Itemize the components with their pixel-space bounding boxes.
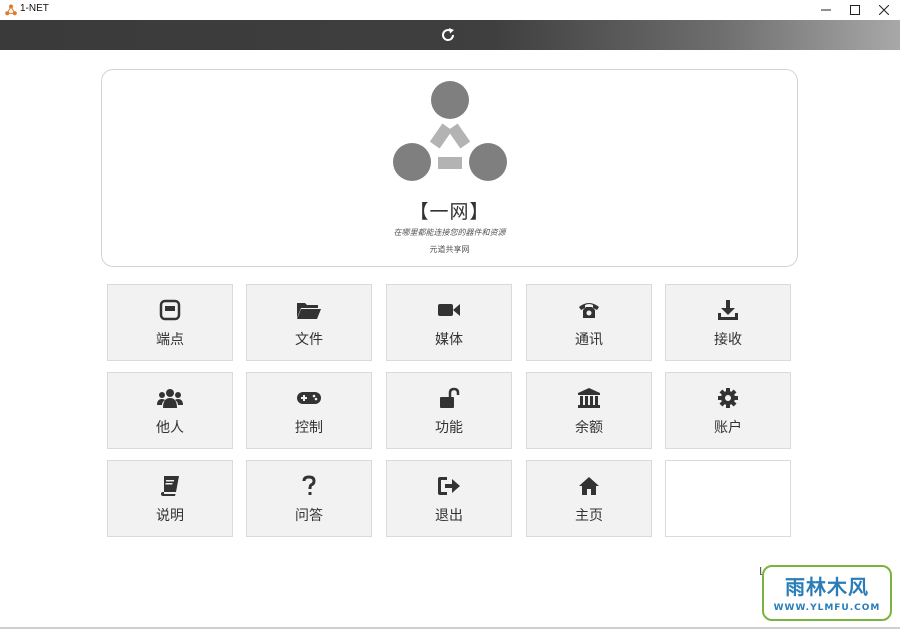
network-logo-icon [393,81,507,181]
tile-faq[interactable]: 问答 [246,460,372,537]
app-logo-icon [5,4,17,16]
tile-label: 通讯 [575,332,603,348]
minimize-icon [821,9,831,11]
tile-communication[interactable]: 通讯 [526,284,652,361]
tile-instructions[interactable]: 说明 [107,460,233,537]
tile-empty [665,460,791,537]
window-title: 1-NET [20,3,49,14]
question-icon [302,475,316,495]
close-button[interactable] [869,0,899,20]
tile-receive[interactable]: 接收 [665,284,791,361]
tile-control[interactable]: 控制 [246,372,372,449]
tile-label: 主页 [575,508,603,524]
home-icon [579,477,599,495]
hero-title: 【一网】 [409,201,490,223]
bank-icon [578,388,600,408]
tile-label: 媒体 [435,332,463,348]
watermark-text: 雨林木风 [785,575,869,599]
tile-logout[interactable]: 退出 [386,460,512,537]
maximize-button[interactable] [840,0,870,20]
tile-label: 端点 [156,332,184,348]
gamepad-icon [297,392,321,404]
tile-endpoint[interactable]: 端点 [107,284,233,361]
tile-home[interactable]: 主页 [526,460,652,537]
refresh-icon [442,28,455,41]
close-icon [879,5,889,15]
phone-icon [579,303,599,318]
hero-card: 【一网】 在哪里都能连接您的器件和资源 元道共享网 [101,69,798,267]
tile-label: 接收 [714,332,742,348]
minimize-button[interactable] [811,0,841,20]
folder-icon [297,303,321,319]
hero-subtitle: 在哪里都能连接您的器件和资源 [393,228,506,237]
tile-functions[interactable]: 功能 [386,372,512,449]
tile-account[interactable]: 账户 [665,372,791,449]
download-icon [718,300,738,320]
tile-balance[interactable]: 余额 [526,372,652,449]
title-bar: 1-NET [0,0,900,20]
tile-label: 问答 [295,508,323,524]
tile-label: 他人 [156,420,184,436]
tile-label: 余额 [575,420,603,436]
tile-label: 说明 [156,508,184,524]
users-icon [157,389,183,408]
tile-label: 退出 [435,508,463,524]
gear-icon [718,388,738,408]
unlock-icon [440,387,460,408]
video-camera-icon [438,304,460,316]
book-icon [161,476,179,496]
tile-label: 账户 [714,420,742,436]
watermark-logo: 雨林木风 WWW.YLMFU.COM [762,565,892,621]
tile-others[interactable]: 他人 [107,372,233,449]
watermark-url: WWW.YLMFU.COM [773,603,881,613]
refresh-button[interactable] [438,25,458,45]
endpoint-icon [159,299,181,321]
toolbar [0,20,900,50]
tile-files[interactable]: 文件 [246,284,372,361]
tile-label: 文件 [295,332,323,348]
tile-label: 功能 [435,420,463,436]
sign-out-icon [438,477,460,495]
tile-label: 控制 [295,420,323,436]
maximize-icon [850,5,860,15]
hero-tagline: 元道共享网 [429,245,470,254]
tile-media[interactable]: 媒体 [386,284,512,361]
